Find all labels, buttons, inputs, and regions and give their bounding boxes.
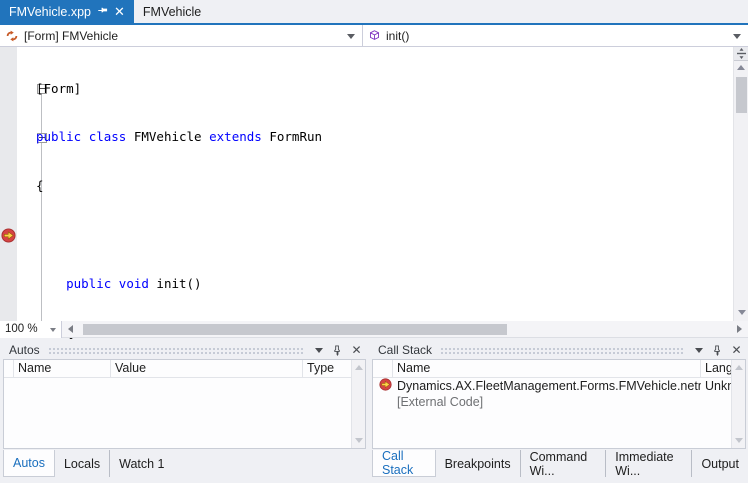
scroll-down-icon[interactable]	[738, 310, 746, 315]
window-position-icon[interactable]	[691, 343, 706, 357]
scroll-left-icon[interactable]	[68, 325, 73, 333]
tab-immediate-window[interactable]: Immediate Wi...	[606, 450, 692, 477]
panel-title-bar[interactable]: Autos ✕	[3, 341, 366, 359]
frame-name: [External Code]	[393, 395, 701, 409]
editor-hscrollbar[interactable]	[79, 324, 731, 335]
chevron-down-icon	[733, 34, 741, 39]
code-line[interactable]: public class FMVehicle extends FormRun	[33, 129, 733, 145]
code-line[interactable]	[33, 227, 733, 243]
method-icon	[368, 29, 381, 42]
frame-language: Unknown	[701, 379, 731, 393]
editor-vscrollbar[interactable]	[733, 47, 748, 321]
tab-fmvehicle-xpp[interactable]: FMVehicle.xpp ✕	[0, 0, 134, 23]
autos-content: Name Value Type	[3, 359, 366, 449]
autos-panel: Autos ✕ Name Value Type	[3, 341, 366, 450]
column-header-lang[interactable]: Lang	[701, 360, 731, 377]
panel-title: Autos	[9, 343, 40, 357]
scroll-down-icon[interactable]	[355, 438, 363, 443]
scroll-up-icon[interactable]	[737, 65, 745, 70]
tab-locals[interactable]: Locals	[55, 450, 110, 477]
zoom-select[interactable]: 100 %	[0, 321, 62, 338]
pin-icon[interactable]	[97, 5, 108, 19]
current-frame-icon	[379, 378, 392, 391]
code-area[interactable]: [Form] public class FMVehicle extends Fo…	[33, 48, 733, 321]
editor-navigation-bar: [Form] FMVehicle init()	[0, 25, 748, 47]
close-icon[interactable]: ✕	[729, 343, 744, 357]
column-header-value[interactable]: Value	[111, 360, 303, 377]
tab-command-window[interactable]: Command Wi...	[521, 450, 607, 477]
scroll-up-icon[interactable]	[355, 365, 363, 370]
code-line[interactable]: {	[33, 178, 733, 194]
members-dropdown[interactable]: init()	[363, 25, 748, 46]
code-line[interactable]: [Form]	[33, 81, 733, 97]
window-position-icon[interactable]	[311, 343, 326, 357]
breakpoint-margin[interactable]	[0, 47, 17, 321]
column-header-name[interactable]: Name	[14, 360, 111, 377]
chevron-down-icon	[347, 34, 355, 39]
tab-output[interactable]: Output	[692, 450, 748, 477]
scope-label: [Form] FMVehicle	[24, 29, 118, 43]
scroll-thumb[interactable]	[83, 324, 507, 335]
pin-icon[interactable]	[330, 343, 345, 357]
right-tool-tabs: Call Stack Breakpoints Command Wi... Imm…	[372, 450, 748, 477]
tab-breakpoints[interactable]: Breakpoints	[436, 450, 521, 477]
scroll-up-icon[interactable]	[735, 365, 743, 370]
left-tool-tabs: Autos Locals Watch 1	[3, 450, 174, 477]
panel-title-bar[interactable]: Call Stack ✕	[372, 341, 746, 359]
callstack-row-external[interactable]: [External Code]	[373, 394, 731, 410]
editor-bottom-bar: 100 %	[0, 321, 748, 338]
code-line[interactable]: public void init()	[33, 276, 733, 292]
scroll-thumb[interactable]	[736, 77, 747, 113]
split-editor-handle[interactable]	[734, 47, 748, 61]
zoom-label: 100 %	[5, 323, 38, 335]
title-grip-texture	[48, 347, 303, 354]
tab-autos[interactable]: Autos	[3, 450, 55, 477]
document-tab-bar: FMVehicle.xpp ✕ FMVehicle	[0, 0, 748, 23]
panel-title: Call Stack	[378, 343, 432, 357]
callstack-header-row: Name Lang	[373, 360, 731, 378]
tab-callstack[interactable]: Call Stack	[372, 450, 436, 477]
tab-label: FMVehicle	[143, 5, 201, 19]
tab-label: FMVehicle.xpp	[9, 5, 91, 19]
scroll-right-icon[interactable]	[737, 325, 742, 333]
scroll-down-icon[interactable]	[735, 438, 743, 443]
chevron-down-icon	[50, 328, 56, 332]
callstack-scrollbar[interactable]	[731, 360, 745, 448]
types-dropdown[interactable]: [Form] FMVehicle	[0, 25, 363, 46]
code-editor: [Form] public class FMVehicle extends Fo…	[0, 47, 748, 321]
tab-fmvehicle[interactable]: FMVehicle	[134, 0, 210, 23]
tab-watch1[interactable]: Watch 1	[110, 450, 173, 477]
column-header-type[interactable]: Type	[303, 360, 351, 377]
title-grip-texture	[440, 347, 683, 354]
frame-name: Dynamics.AX.FleetManagement.Forms.FMVehi…	[393, 379, 701, 393]
callstack-panel: Call Stack ✕ Name Lang	[372, 341, 746, 450]
close-icon[interactable]: ✕	[349, 343, 364, 357]
autos-header-row: Name Value Type	[4, 360, 351, 378]
callstack-content: Name Lang Dynamics.AX.FleetManagement.Fo…	[372, 359, 746, 449]
member-label: init()	[386, 29, 409, 43]
close-icon[interactable]: ✕	[114, 5, 125, 18]
callstack-row-current[interactable]: Dynamics.AX.FleetManagement.Forms.FMVehi…	[373, 378, 731, 394]
form-class-icon	[5, 29, 19, 43]
pin-icon[interactable]	[710, 343, 725, 357]
breakpoint-current-icon[interactable]	[1, 228, 16, 243]
autos-scrollbar[interactable]	[351, 360, 365, 448]
outlining-margin	[17, 47, 33, 321]
column-header-name[interactable]: Name	[393, 360, 701, 377]
vs-window: FMVehicle.xpp ✕ FMVehicle [Form] FMVehic…	[0, 0, 748, 483]
